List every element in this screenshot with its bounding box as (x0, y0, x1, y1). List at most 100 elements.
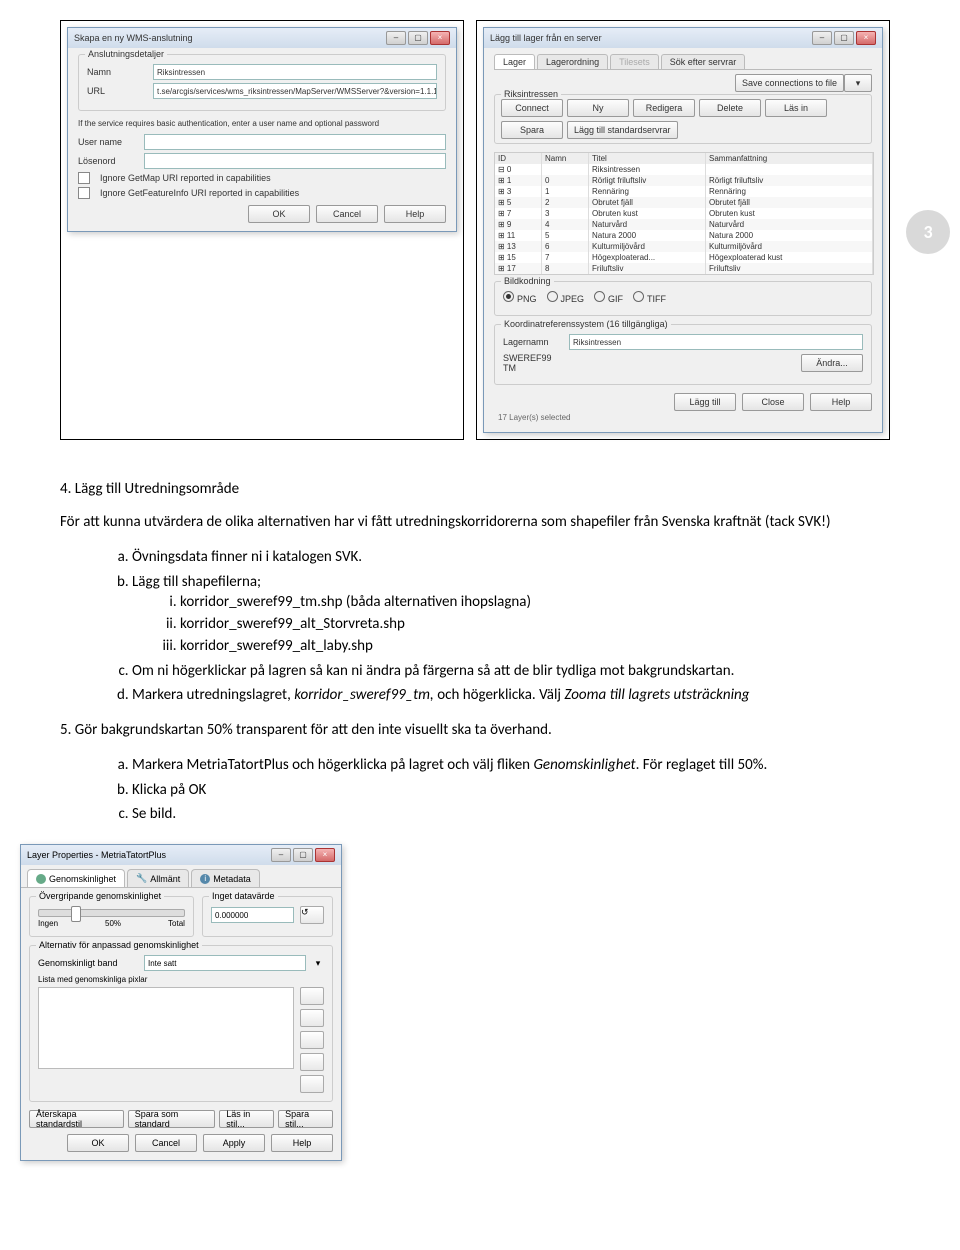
window-titlebar: Skapa en ny WMS-anslutning – ▢ × (68, 28, 456, 48)
section-5-title: 5. Gör bakgrundskartan 50% transparent f… (60, 720, 900, 740)
restore-default-button[interactable]: Återskapa standardstil (29, 1110, 124, 1128)
table-row[interactable]: ⊟ 0Riksintressen (495, 164, 873, 175)
tab-transparency[interactable]: Genomskinlighet (27, 869, 125, 887)
section-4-intro: För att kunna utvärdera de olika alterna… (60, 512, 900, 532)
help-button[interactable]: Help (271, 1134, 333, 1152)
pick-pixel-button[interactable] (300, 1075, 324, 1093)
custom-transparency-legend: Alternativ för anpassad genomskinlighet (36, 940, 202, 950)
maximize-icon[interactable]: ▢ (834, 31, 854, 45)
help-button[interactable]: Help (384, 205, 446, 223)
table-row[interactable]: ⊞ 94NaturvårdNaturvård (495, 219, 873, 230)
png-label: PNG (517, 294, 537, 304)
table-row[interactable]: ⊞ 178FriluftslivFriluftsliv (495, 263, 873, 274)
nodata-legend: Inget datavärde (209, 891, 278, 901)
export-pixel-button[interactable] (300, 1031, 324, 1049)
save-connections-button[interactable]: Save connections to file (735, 74, 844, 92)
connect-button[interactable]: Connect (501, 99, 563, 117)
step-5c: Se bild. (132, 804, 900, 824)
gif-label: GIF (608, 294, 623, 304)
layers-table[interactable]: ID Namn Titel Sammanfattning ⊟ 0Riksintr… (494, 152, 874, 275)
name-label: Namn (87, 67, 147, 77)
jpeg-radio[interactable] (547, 291, 558, 302)
tiff-radio[interactable] (633, 291, 644, 302)
window-title: Skapa en ny WMS-anslutning (74, 33, 193, 43)
transparency-slider[interactable] (38, 909, 185, 917)
tab-metadata[interactable]: iMetadata (191, 869, 260, 887)
close-button[interactable]: Close (742, 393, 804, 411)
change-crs-button[interactable]: Ändra... (801, 354, 863, 372)
new-button[interactable]: Ny (567, 99, 629, 117)
save-button[interactable]: Spara (501, 121, 563, 139)
load-button[interactable]: Läs in (765, 99, 827, 117)
tab-lager[interactable]: Lager (494, 54, 535, 69)
ignore-getfeature-checkbox[interactable] (78, 187, 90, 199)
window-titlebar: Layer Properties - MetriaTatortPlus – ▢ … (21, 845, 341, 865)
name-input[interactable]: Riksintressen (153, 64, 437, 80)
close-icon[interactable]: × (430, 31, 450, 45)
edit-button[interactable]: Redigera (633, 99, 695, 117)
maximize-icon[interactable]: ▢ (408, 31, 428, 45)
ok-button[interactable]: OK (248, 205, 310, 223)
slider-min-label: Ingen (38, 919, 58, 928)
help-button[interactable]: Help (810, 393, 872, 411)
step-4b-ii: korridor_sweref99_alt_Storvreta.shp (180, 614, 900, 634)
table-row[interactable]: ⊞ 157Högexploaterad...Högexploaterad kus… (495, 252, 873, 263)
reset-nodata-button[interactable]: ↺ (300, 906, 324, 924)
transparent-band-select[interactable]: Inte satt (144, 955, 306, 971)
nodata-input[interactable]: 0.000000 (211, 907, 294, 923)
table-row[interactable]: ⊞ 73Obruten kustObruten kust (495, 208, 873, 219)
minimize-icon[interactable]: – (812, 31, 832, 45)
close-icon[interactable]: × (315, 848, 335, 862)
add-default-servers-button[interactable]: Lägg till standardservrar (567, 121, 678, 139)
maximize-icon[interactable]: ▢ (293, 848, 313, 862)
cancel-button[interactable]: Cancel (135, 1134, 197, 1152)
step-4c: Om ni högerklickar på lagren så kan ni ä… (132, 661, 900, 681)
username-input[interactable] (144, 134, 446, 150)
connection-name: Riksintressen (501, 89, 561, 99)
layername-input[interactable]: Riksintressen (569, 334, 863, 350)
pixel-list-label: Lista med genomskinliga pixlar (38, 975, 324, 984)
col-title: Titel (589, 153, 706, 164)
col-summary: Sammanfattning (706, 153, 873, 164)
png-radio[interactable] (503, 291, 514, 302)
table-row[interactable]: ⊞ 52Obrutet fjällObrutet fjäll (495, 197, 873, 208)
chevron-down-icon[interactable]: ▾ (312, 958, 324, 969)
pixel-list[interactable] (38, 987, 294, 1069)
apply-button[interactable]: Apply (203, 1134, 265, 1152)
password-input[interactable] (144, 153, 446, 169)
url-input[interactable]: t.se/arcgis/services/wms_riksintressen/M… (153, 83, 437, 99)
tab-general[interactable]: 🔧Allmänt (127, 869, 189, 887)
add-button[interactable]: Lägg till (674, 393, 736, 411)
remove-pixel-button[interactable] (300, 1009, 324, 1027)
table-row[interactable]: ⊞ 31RennäringRennäring (495, 186, 873, 197)
close-icon[interactable]: × (856, 31, 876, 45)
gif-radio[interactable] (594, 291, 605, 302)
save-connections-dropdown-icon[interactable]: ▾ (844, 74, 872, 92)
tab-lagerordning[interactable]: Lagerordning (537, 54, 608, 69)
load-style-button[interactable]: Läs in stil... (219, 1110, 274, 1128)
add-pixel-button[interactable] (300, 987, 324, 1005)
tab-search[interactable]: Sök efter servrar (661, 54, 746, 69)
save-default-button[interactable]: Spara som standard (128, 1110, 216, 1128)
table-row[interactable]: ⊞ 10Rörligt friluftslivRörligt friluftsl… (495, 175, 873, 186)
minimize-icon[interactable]: – (386, 31, 406, 45)
password-label: Lösenord (78, 156, 138, 166)
page-number-badge: 3 (906, 210, 950, 254)
screenshot-add-layers: Lägg till lager från en server – ▢ × Lag… (476, 20, 890, 440)
delete-button[interactable]: Delete (699, 99, 761, 117)
table-row[interactable]: ⊞ 115Natura 2000Natura 2000 (495, 230, 873, 241)
step-4b-i: korridor_sweref99_tm.shp (båda alternati… (180, 592, 900, 612)
transparency-icon (36, 874, 46, 884)
save-style-button[interactable]: Spara stil... (278, 1110, 333, 1128)
username-label: User name (78, 137, 138, 147)
cancel-button[interactable]: Cancel (316, 205, 378, 223)
table-row[interactable]: ⊞ 136KulturmiljövårdKulturmiljövård (495, 241, 873, 252)
document-body: 4. Lägg till Utredningsområde För att ku… (60, 480, 900, 1161)
import-pixel-button[interactable] (300, 1053, 324, 1071)
step-4d: Markera utredningslagret, korridor_swere… (132, 685, 900, 705)
global-transparency-legend: Övergripande genomskinlighet (36, 891, 164, 901)
minimize-icon[interactable]: – (271, 848, 291, 862)
ignore-getmap-checkbox[interactable] (78, 172, 90, 184)
tab-tilesets[interactable]: Tilesets (610, 54, 659, 69)
ok-button[interactable]: OK (67, 1134, 129, 1152)
